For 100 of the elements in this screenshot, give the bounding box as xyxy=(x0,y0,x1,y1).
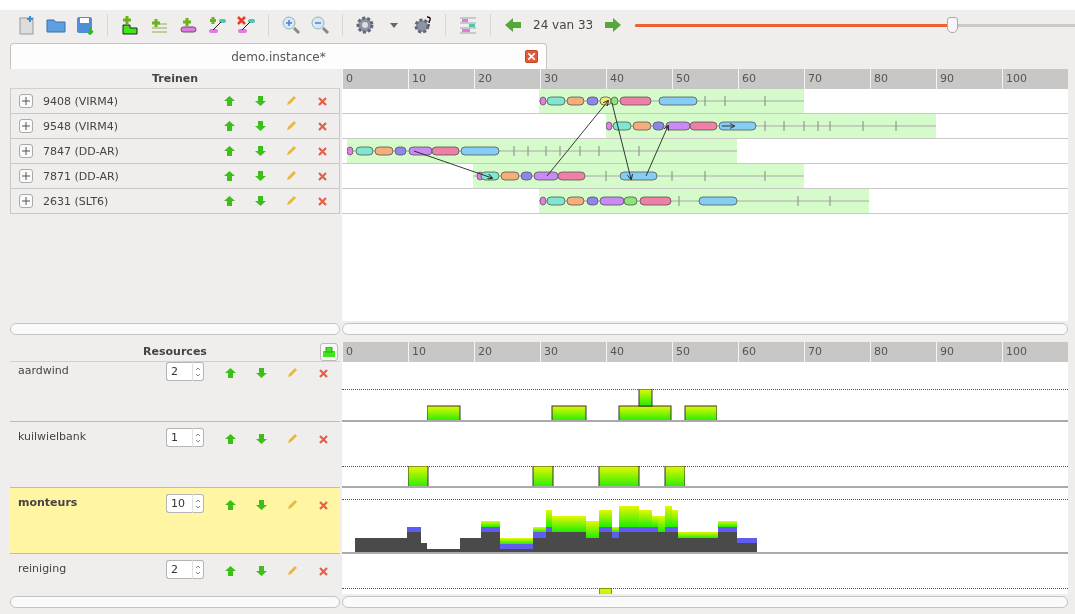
expand-button[interactable] xyxy=(19,194,33,208)
delete-icon xyxy=(317,96,327,106)
delete-icon xyxy=(318,434,328,444)
arrow-up-icon xyxy=(224,434,236,444)
settings-help-icon xyxy=(413,15,433,35)
capacity-field[interactable]: 1 xyxy=(166,428,192,447)
delete-icon xyxy=(317,121,327,131)
zoom-out-icon xyxy=(310,15,330,35)
delete-icon xyxy=(318,566,328,576)
layout-icon xyxy=(458,15,478,35)
pencil-icon xyxy=(287,434,297,444)
add-resource-button[interactable] xyxy=(320,343,338,361)
close-button[interactable] xyxy=(525,50,538,63)
add-link-icon xyxy=(207,15,227,35)
pencil-icon xyxy=(286,196,296,206)
expand-button[interactable] xyxy=(19,144,33,158)
expand-button[interactable] xyxy=(19,94,33,108)
save-icon xyxy=(75,15,95,35)
plus-icon xyxy=(22,122,30,130)
delete-icon xyxy=(317,196,327,206)
delete-link-icon xyxy=(236,15,256,35)
train-row[interactable]: 7871 (DD-AR) xyxy=(10,164,340,189)
pencil-icon xyxy=(286,146,296,156)
arrow-up-icon xyxy=(223,96,235,106)
expand-button[interactable] xyxy=(19,119,33,133)
arrow-right-icon xyxy=(605,18,622,32)
capacity-field[interactable]: 10 xyxy=(166,494,192,513)
train-name: 2631 (SLT6) xyxy=(43,194,109,208)
resource-name: kuilwielbank xyxy=(18,430,87,443)
arrow-up-icon xyxy=(224,500,236,510)
pencil-icon xyxy=(287,368,297,378)
plus-icon xyxy=(22,197,30,205)
arrow-up-icon xyxy=(223,171,235,181)
pencil-icon xyxy=(286,171,296,181)
close-icon xyxy=(528,53,535,60)
spin-button[interactable] xyxy=(192,560,204,579)
horizontal-scrollbar[interactable] xyxy=(10,323,340,335)
arrow-down-icon xyxy=(254,171,266,181)
delete-icon xyxy=(317,171,327,181)
arrow-down-icon xyxy=(254,196,266,206)
arrow-left-icon xyxy=(505,18,521,32)
arrow-down-icon xyxy=(255,434,267,444)
resource-name: reiniging xyxy=(18,562,67,575)
train-row[interactable]: 9548 (VIRM4) xyxy=(10,114,340,139)
arrow-down-icon xyxy=(255,500,267,510)
pencil-icon xyxy=(286,121,296,131)
train-name: 7847 (DD-AR) xyxy=(43,144,119,158)
delete-icon xyxy=(318,500,328,510)
zoom-in-icon xyxy=(281,15,301,35)
horizontal-scrollbar[interactable] xyxy=(10,596,340,608)
resource-name: aardwind xyxy=(18,364,69,377)
resource-row[interactable]: aardwind 2 xyxy=(10,362,340,422)
plus-icon xyxy=(22,97,30,105)
spin-arrows-icon xyxy=(195,497,201,510)
horizontal-scrollbar[interactable] xyxy=(342,596,1068,608)
pencil-icon xyxy=(286,96,296,106)
horizontal-scrollbar[interactable] xyxy=(342,323,1068,335)
add-resource-icon xyxy=(323,347,335,357)
arrow-up-icon xyxy=(224,368,236,378)
capacity-field[interactable]: 2 xyxy=(166,560,192,579)
arrow-down-icon xyxy=(254,96,266,106)
tab-title: demo.instance* xyxy=(231,49,326,64)
header-title: Resources xyxy=(143,345,207,358)
plus-icon xyxy=(22,172,30,180)
expand-button[interactable] xyxy=(19,169,33,183)
arrow-up-icon xyxy=(224,566,236,576)
arrow-down-icon xyxy=(254,146,266,156)
page-indicator: 24 van 33 xyxy=(533,18,594,32)
document-tab[interactable]: demo.instance* xyxy=(10,43,547,69)
plus-icon xyxy=(22,147,30,155)
timeline-slider[interactable] xyxy=(635,16,1075,34)
capacity-field[interactable]: 2 xyxy=(166,362,192,381)
spin-arrows-icon xyxy=(195,365,201,378)
delete-icon xyxy=(318,368,328,378)
add-block-icon xyxy=(120,15,140,35)
arrow-up-icon xyxy=(223,196,235,206)
arrow-up-icon xyxy=(223,121,235,131)
add-activity-icon xyxy=(178,15,198,35)
train-name: 9548 (VIRM4) xyxy=(43,119,118,133)
pencil-icon xyxy=(287,500,297,510)
slider-handle[interactable] xyxy=(946,17,958,33)
train-name: 7871 (DD-AR) xyxy=(43,169,119,183)
resource-row[interactable]: monteurs 10 xyxy=(10,488,340,554)
arrow-up-icon xyxy=(223,146,235,156)
arrow-down-icon xyxy=(255,368,267,378)
new-file-icon xyxy=(17,15,37,35)
train-row[interactable]: 9408 (VIRM4) xyxy=(10,89,340,114)
header-title: Treinen xyxy=(151,72,199,85)
arrow-down-icon xyxy=(255,566,267,576)
spin-button[interactable] xyxy=(192,428,204,447)
settings-icon xyxy=(355,15,375,35)
spin-button[interactable] xyxy=(192,362,204,381)
train-row[interactable]: 2631 (SLT6) xyxy=(10,189,340,214)
resource-name: monteurs xyxy=(18,496,78,509)
train-name: 9408 (VIRM4) xyxy=(43,94,118,108)
spin-button[interactable] xyxy=(192,494,204,513)
train-row[interactable]: 7847 (DD-AR) xyxy=(10,139,340,164)
spin-arrows-icon xyxy=(195,431,201,444)
caret-icon xyxy=(390,22,398,28)
arrow-down-icon xyxy=(254,121,266,131)
